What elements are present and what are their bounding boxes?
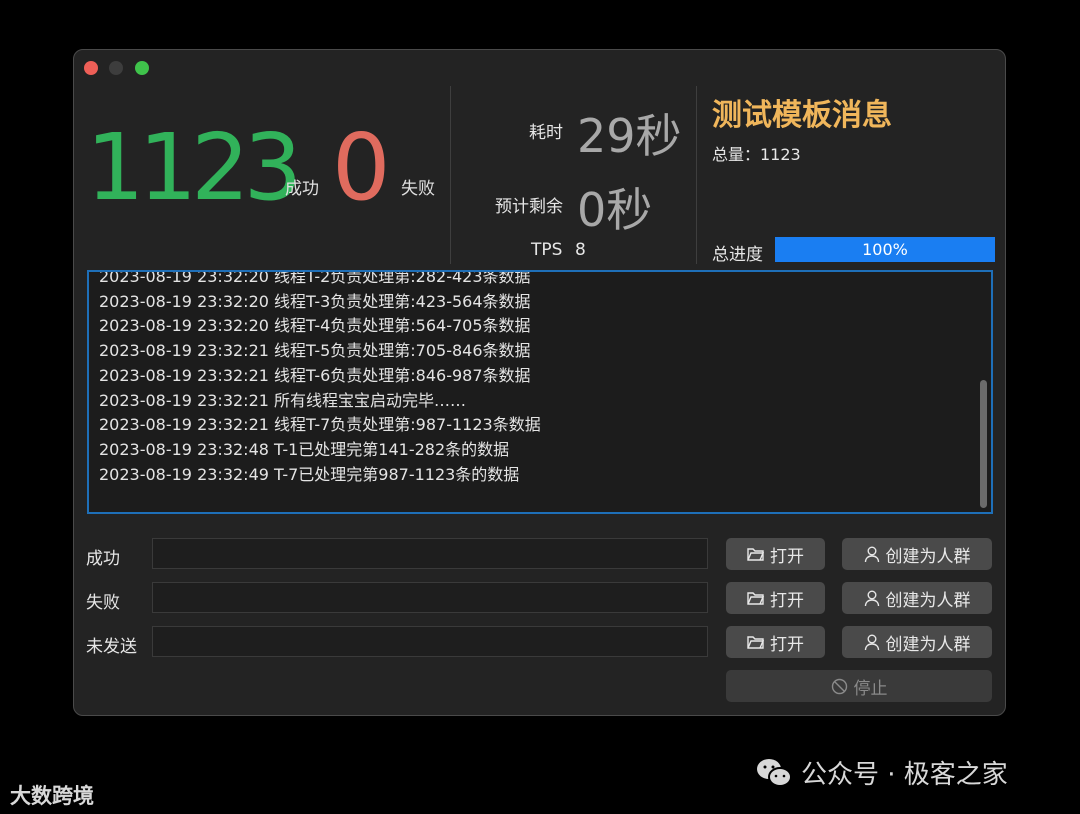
folder-icon <box>747 547 764 561</box>
zoom-window-button[interactable] <box>135 61 149 75</box>
log-line: 2023-08-19 23:32:20 线程T-2负责处理第:282-423条数… <box>99 270 531 286</box>
success-count: 1123 <box>86 114 302 221</box>
folder-icon <box>747 591 764 605</box>
open-success-button[interactable]: 打开 <box>726 538 825 570</box>
open-label: 打开 <box>770 634 804 655</box>
success-file-field[interactable] <box>152 538 708 569</box>
progress-text: 100% <box>862 240 908 259</box>
watermark-left: 大数跨境 <box>10 780 94 810</box>
tps-value: 8 <box>575 240 586 260</box>
close-window-button[interactable] <box>84 61 98 75</box>
app-window: 1123 成功 0 失败 耗时 29秒 预计剩余 0秒 TPS 8 测试模板消息… <box>73 49 1006 716</box>
watermark-right-text: 公众号 · 极客之家 <box>801 760 1008 790</box>
success-label: 成功 <box>285 179 319 199</box>
total-count: 总量：1123 <box>712 145 801 164</box>
stop-button[interactable]: 停止 <box>726 670 992 702</box>
log-line: 2023-08-19 23:32:21 线程T-5负责处理第:705-846条数… <box>99 341 531 361</box>
fail-file-label: 失败 <box>86 593 120 613</box>
fail-label: 失败 <box>401 179 435 199</box>
divider <box>450 86 451 264</box>
fail-count: 0 <box>332 114 391 221</box>
log-line: 2023-08-19 23:32:21 线程T-6负责处理第:846-987条数… <box>99 365 531 385</box>
folder-icon <box>747 635 764 649</box>
create-audience-success-button[interactable]: 创建为人群 <box>842 538 992 570</box>
create-label: 创建为人群 <box>885 634 971 655</box>
create-audience-fail-button[interactable]: 创建为人群 <box>842 582 992 614</box>
log-lines: 2023-08-19 23:32:20 线程T-2负责处理第:282-423条数… <box>99 270 971 487</box>
remaining-label: 预计剩余 <box>495 197 563 217</box>
unsent-file-field[interactable] <box>152 626 708 657</box>
divider <box>696 86 697 264</box>
open-unsent-button[interactable]: 打开 <box>726 626 825 658</box>
create-label: 创建为人群 <box>885 590 971 611</box>
open-label: 打开 <box>770 546 804 567</box>
open-label: 打开 <box>770 590 804 611</box>
wechat-icon <box>755 757 793 789</box>
log-scrollbar[interactable] <box>980 380 987 508</box>
template-title: 测试模板消息 <box>712 98 892 133</box>
remaining-value: 0秒 <box>577 183 653 237</box>
tps-label: TPS <box>531 240 563 260</box>
elapsed-value: 29秒 <box>577 109 682 163</box>
prohibited-icon <box>831 678 848 695</box>
watermark-right: 公众号 · 极客之家 <box>755 754 1008 791</box>
person-icon <box>864 634 880 651</box>
log-line: 2023-08-19 23:32:21 所有线程宝宝启动完毕…… <box>99 390 467 410</box>
progress-bar: 100% <box>775 237 995 262</box>
watermark-left-text: 大数跨境 <box>10 784 94 808</box>
log-line: 2023-08-19 23:32:20 线程T-4负责处理第:564-705条数… <box>99 316 531 336</box>
open-fail-button[interactable]: 打开 <box>726 582 825 614</box>
fail-file-field[interactable] <box>152 582 708 613</box>
log-line: 2023-08-19 23:32:49 T-7已处理完第987-1123条的数据 <box>99 464 520 484</box>
log-panel[interactable]: 2023-08-19 23:32:20 线程T-2负责处理第:282-423条数… <box>87 270 993 514</box>
person-icon <box>864 546 880 563</box>
progress-label: 总进度 <box>712 245 763 265</box>
minimize-window-button[interactable] <box>109 61 123 75</box>
person-icon <box>864 590 880 607</box>
create-label: 创建为人群 <box>885 546 971 567</box>
create-audience-unsent-button[interactable]: 创建为人群 <box>842 626 992 658</box>
elapsed-label: 耗时 <box>529 123 563 143</box>
log-line: 2023-08-19 23:32:21 线程T-7负责处理第:987-1123条… <box>99 415 541 435</box>
log-line: 2023-08-19 23:32:48 T-1已处理完第141-282条的数据 <box>99 439 510 459</box>
unsent-file-label: 未发送 <box>86 637 137 657</box>
success-file-label: 成功 <box>86 549 120 569</box>
stop-label: 停止 <box>853 678 888 699</box>
log-line: 2023-08-19 23:32:20 线程T-3负责处理第:423-564条数… <box>99 291 531 311</box>
